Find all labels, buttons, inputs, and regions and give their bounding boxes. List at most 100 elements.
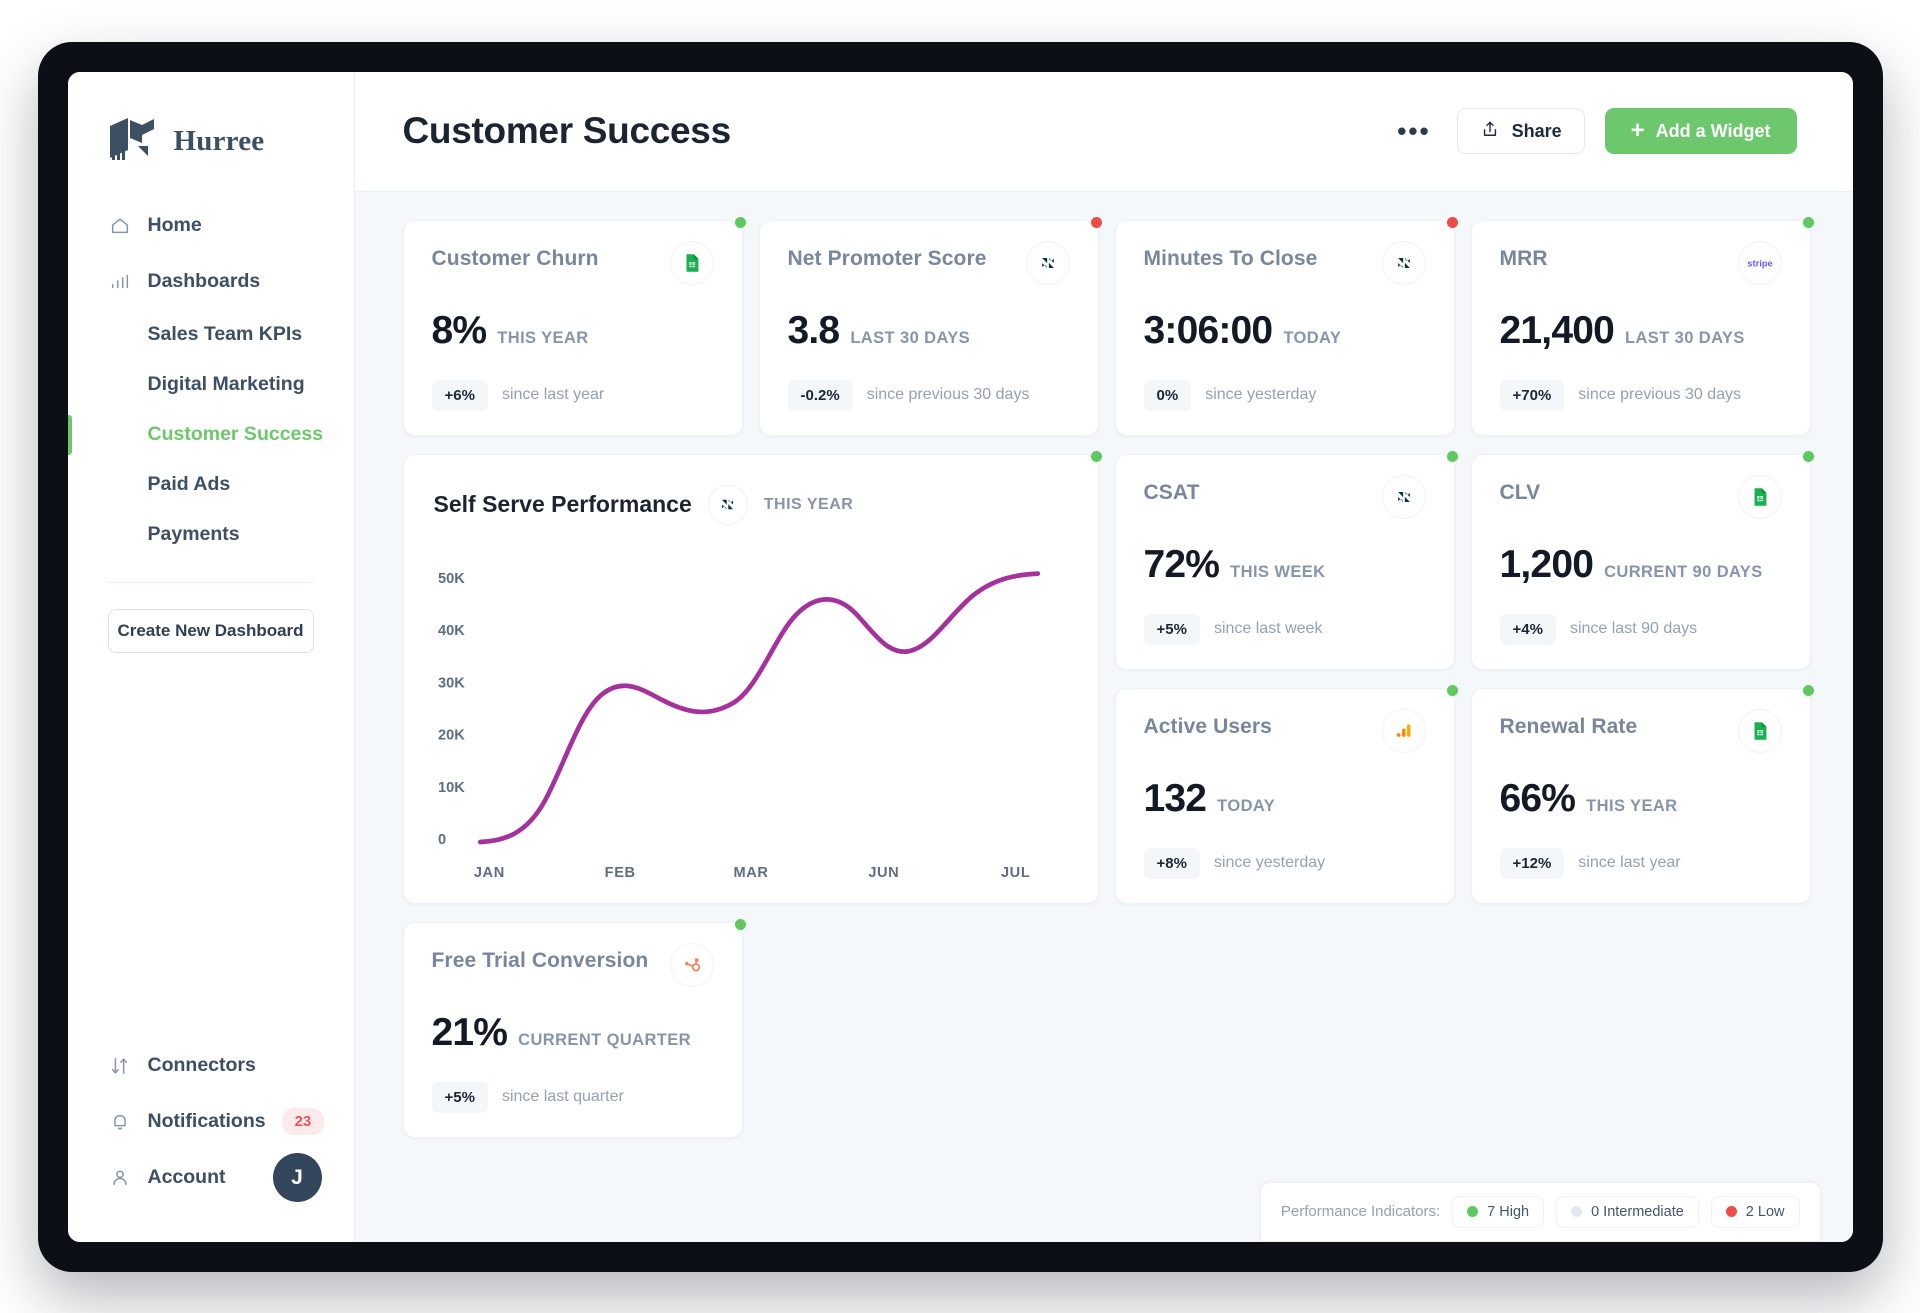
- chart-line-series: [477, 570, 1040, 844]
- status-indicator-dot: [732, 214, 748, 230]
- widget-mrr[interactable]: MRR stripe 21,400 LAST 30 DAYS +70% sinc…: [1470, 214, 1816, 436]
- widget-title: MRR: [1499, 246, 1548, 270]
- delta-label: since previous 30 days: [1578, 386, 1742, 403]
- screen: Hurree Home Dashboards Sales Team KPIs D…: [0, 0, 1920, 1313]
- widget-period: LAST 30 DAYS: [1625, 328, 1745, 347]
- sidebar-item-label: Notifications: [147, 1110, 266, 1132]
- delta-badge: +4%: [1499, 613, 1556, 645]
- sidebar-bottom: Connectors Notifications 23 Account J: [68, 1038, 354, 1242]
- indicator-chip-label: 0 Intermediate: [1591, 1203, 1684, 1220]
- zendesk-icon: [1381, 474, 1426, 519]
- widget-active-users[interactable]: Active Users 132 TODAY +8% since yesterd…: [1114, 682, 1460, 904]
- widget-header: Customer Churn: [431, 240, 714, 285]
- plus-icon: +: [1630, 117, 1645, 144]
- widget-value: 3:06:00: [1143, 308, 1274, 352]
- add-widget-button[interactable]: + Add a Widget: [1604, 108, 1797, 154]
- widget-period: CURRENT QUARTER: [518, 1030, 692, 1049]
- delta-label: since last quarter: [501, 1088, 624, 1105]
- widget-period: CURRENT 90 DAYS: [1604, 562, 1763, 581]
- widget-value-row: 66% THIS YEAR: [1500, 777, 1782, 821]
- widget-footer: +5% since last quarter: [431, 1081, 714, 1113]
- device-frame: Hurree Home Dashboards Sales Team KPIs D…: [37, 41, 1883, 1272]
- indicator-chip-intermediate[interactable]: 0 Intermediate: [1556, 1195, 1699, 1228]
- indicator-chip-low[interactable]: 2 Low: [1710, 1195, 1800, 1228]
- svg-text:stripe: stripe: [1747, 258, 1772, 268]
- chart-header: Self Serve Performance THIS YEAR: [434, 484, 1068, 525]
- more-options-button[interactable]: •••: [1391, 118, 1436, 144]
- share-button[interactable]: Share: [1456, 108, 1585, 154]
- y-tick-0: 0: [438, 831, 446, 847]
- widget-minutes-to-close[interactable]: Minutes To Close 3:06:00 TODAY 0% since …: [1114, 214, 1460, 436]
- delta-label: since last week: [1213, 620, 1323, 637]
- x-tick-feb: FEB: [604, 864, 635, 880]
- indicator-chip-label: 7 High: [1487, 1203, 1530, 1220]
- widget-csat[interactable]: CSAT 72% THIS WEEK +5% since last week: [1114, 448, 1460, 670]
- widget-value-row: 21% CURRENT QUARTER: [432, 1011, 714, 1055]
- sidebar-item-connectors[interactable]: Connectors: [68, 1038, 354, 1094]
- widget-net-promoter-score[interactable]: Net Promoter Score 3.8 LAST 30 DAYS -0.2…: [758, 214, 1104, 436]
- sidebar-item-sales-team-kpis[interactable]: Sales Team KPIs: [68, 310, 354, 360]
- bell-icon: [108, 1110, 132, 1134]
- sidebar-item-home[interactable]: Home: [68, 198, 354, 254]
- chart-period: THIS YEAR: [763, 495, 854, 513]
- sidebar-item-paid-ads[interactable]: Paid Ads: [68, 460, 354, 510]
- create-new-dashboard-button[interactable]: Create New Dashboard: [107, 608, 314, 653]
- delta-badge: +5%: [1143, 613, 1200, 645]
- hubspot-icon: [669, 942, 714, 987]
- widget-value: 1,200: [1499, 542, 1594, 586]
- google-analytics-icon: [1381, 708, 1426, 753]
- widget-value: 132: [1143, 776, 1207, 820]
- app-viewport: Hurree Home Dashboards Sales Team KPIs D…: [67, 71, 1853, 1242]
- widget-grid: Customer Churn 8% THIS YEAR +6% since la…: [402, 214, 1821, 1138]
- indicator-chip-high[interactable]: 7 High: [1452, 1195, 1545, 1228]
- sidebar-item-dashboards[interactable]: Dashboards: [68, 254, 354, 310]
- widget-self-serve-performance[interactable]: Self Serve Performance THIS YEAR 50K 40K…: [402, 448, 1104, 904]
- widget-footer: +6% since last year: [431, 379, 714, 411]
- widget-title: CSAT: [1143, 480, 1200, 504]
- line-chart-svg: 50K 40K 30K 20K 10K 0 JAN FEB MAR JUN JU…: [438, 570, 1040, 880]
- topbar-actions: ••• Share + Add a Widget: [1391, 108, 1797, 154]
- status-dot-intermediate: [1571, 1206, 1583, 1217]
- widget-footer: +8% since yesterday: [1143, 847, 1426, 879]
- widget-value-row: 8% THIS YEAR: [432, 309, 714, 353]
- status-indicator-dot: [1444, 214, 1460, 230]
- hurree-logo-icon: [108, 116, 162, 168]
- status-dot-low: [1725, 1206, 1737, 1217]
- brand-logo[interactable]: Hurree: [68, 72, 354, 176]
- sidebar-item-payments[interactable]: Payments: [68, 510, 354, 560]
- avatar[interactable]: J: [272, 1153, 322, 1202]
- widget-free-trial-conversion[interactable]: Free Trial Conversion 21% CURRENT QUARTE…: [402, 916, 748, 1138]
- y-tick-20k: 20K: [438, 727, 465, 743]
- sidebar-item-account[interactable]: Account J: [68, 1150, 354, 1206]
- widget-value-row: 1,200 CURRENT 90 DAYS: [1500, 543, 1782, 587]
- zendesk-icon: [707, 484, 748, 525]
- widget-period: LAST 30 DAYS: [850, 328, 971, 347]
- performance-indicators-legend: Performance Indicators: 7 High 0 Interme…: [1259, 1181, 1821, 1242]
- y-tick-40k: 40K: [438, 622, 465, 638]
- widget-header: CSAT: [1143, 474, 1426, 519]
- widget-title: Customer Churn: [431, 246, 599, 270]
- google-sheets-icon: [1737, 474, 1782, 519]
- delta-badge: +6%: [431, 379, 488, 411]
- widget-footer: +12% since last year: [1499, 847, 1782, 879]
- main-area: Customer Success ••• Share + Add a Widge…: [354, 71, 1853, 1242]
- y-axis-ticks: 50K 40K 30K 20K 10K 0: [438, 570, 465, 847]
- google-sheets-icon: [669, 240, 714, 285]
- sidebar-item-notifications[interactable]: Notifications 23: [68, 1094, 354, 1150]
- status-indicator-dot: [1088, 448, 1104, 464]
- widget-footer: +70% since previous 30 days: [1499, 379, 1782, 411]
- status-indicator-dot: [1088, 214, 1104, 230]
- google-sheets-icon: [1737, 708, 1782, 753]
- status-indicator-dot: [1800, 448, 1816, 464]
- widget-customer-churn[interactable]: Customer Churn 8% THIS YEAR +6% since la…: [402, 214, 748, 436]
- widget-clv[interactable]: CLV 1,200 CURRENT 90 DAYS +4% since last…: [1470, 448, 1816, 670]
- widget-renewal-rate[interactable]: Renewal Rate 66% THIS YEAR +12% since la…: [1470, 682, 1816, 904]
- widget-header: Minutes To Close: [1144, 240, 1426, 285]
- x-tick-mar: MAR: [733, 864, 768, 880]
- sidebar-item-digital-marketing[interactable]: Digital Marketing: [68, 360, 354, 410]
- sidebar-item-customer-success[interactable]: Customer Success: [67, 410, 354, 460]
- widget-period: THIS YEAR: [1586, 796, 1678, 815]
- share-button-label: Share: [1511, 120, 1562, 141]
- chart-plot-area: 50K 40K 30K 20K 10K 0 JAN FEB MAR JUN JU…: [434, 547, 1068, 885]
- widget-title: Renewal Rate: [1499, 714, 1638, 738]
